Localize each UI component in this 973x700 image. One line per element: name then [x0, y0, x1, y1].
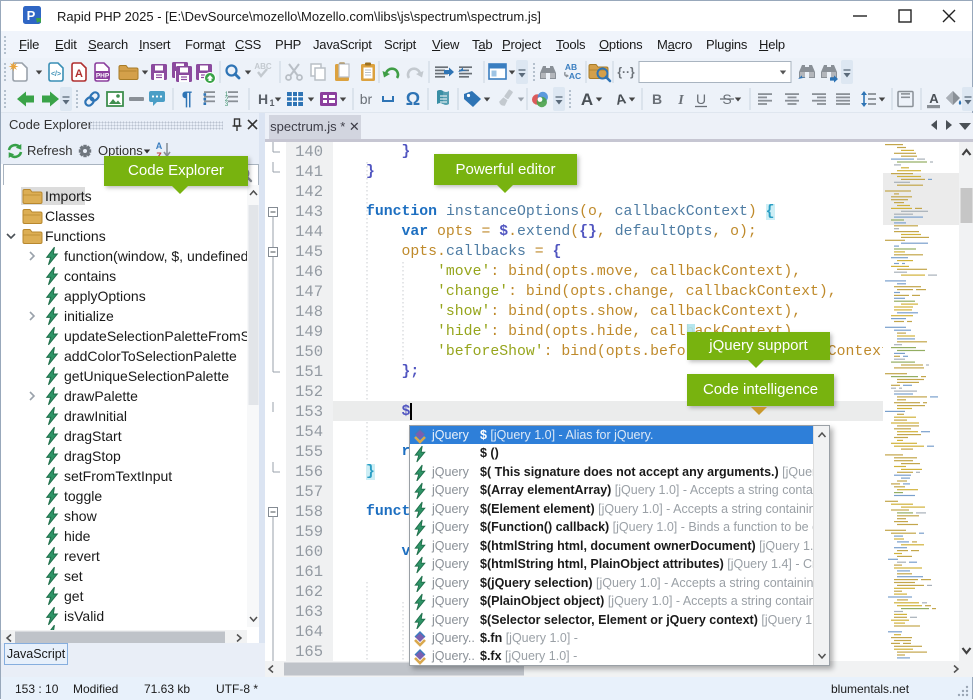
svg-text:Ω: Ω — [406, 89, 420, 109]
svg-text:</>: </> — [51, 71, 61, 78]
svg-text:ABC: ABC — [254, 62, 272, 71]
svg-text:A: A — [581, 90, 593, 109]
svg-text:H: H — [258, 91, 268, 107]
svg-text:P: P — [27, 8, 36, 23]
svg-text:1: 1 — [269, 98, 274, 108]
svg-text:A: A — [614, 90, 627, 108]
svg-text:3: 3 — [225, 102, 229, 108]
svg-text:B: B — [652, 91, 662, 107]
svg-text:I: I — [677, 93, 684, 108]
svg-text:A: A — [156, 141, 163, 151]
svg-text:{··}: {··} — [617, 65, 635, 79]
svg-text:A: A — [75, 68, 83, 80]
svg-text:A: A — [929, 91, 939, 106]
svg-text:U: U — [696, 91, 706, 107]
svg-text:br: br — [360, 91, 373, 107]
svg-text:¶: ¶ — [182, 89, 193, 110]
svg-text:PHP: PHP — [96, 73, 110, 80]
svg-text:AC: AC — [569, 71, 581, 81]
